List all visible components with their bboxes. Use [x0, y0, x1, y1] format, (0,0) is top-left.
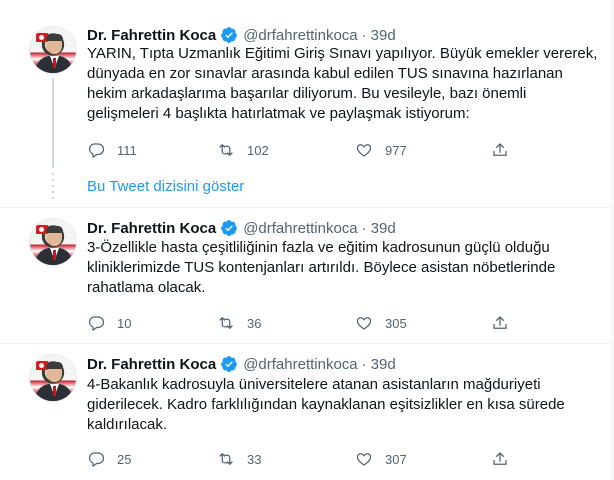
reply-button[interactable]: 10	[87, 313, 131, 333]
like-icon	[356, 144, 372, 157]
verified-icon	[221, 27, 238, 43]
reply-icon	[88, 143, 105, 158]
like-icon	[356, 317, 372, 330]
reply-button[interactable]: 25	[87, 449, 131, 469]
tweet-text-line: rahatlama olacak.	[87, 279, 206, 296]
like-button[interactable]: 977	[355, 140, 407, 160]
retweet-button[interactable]: 102	[217, 140, 269, 160]
retweet-button[interactable]: 33	[217, 449, 261, 469]
tweet-actions: 10 36 305	[87, 313, 517, 333]
author-handle[interactable]: @drfahrettinkoca	[243, 27, 357, 44]
avatar[interactable]	[29, 218, 77, 266]
tweet-text-line: kliniklerimizde TUS kontenjanları artırı…	[87, 259, 556, 276]
reply-button[interactable]: 111	[87, 140, 137, 160]
share-button[interactable]	[491, 140, 509, 160]
tweet-text-line: YARIN, Tıpta Uzmanlık Eğitimi Giriş Sına…	[87, 45, 598, 62]
tweet-text-line: dünyada en zor sınavlar arasında kabul e…	[87, 65, 563, 82]
divider	[0, 343, 614, 344]
divider	[0, 207, 614, 208]
tweet-header: Dr. Fahrettin Koca @drfahrettinkoca · 39…	[87, 218, 396, 238]
separator: ·	[361, 26, 367, 44]
reply-count: 25	[117, 451, 132, 467]
like-count: 305	[385, 315, 407, 331]
retweet-count: 33	[247, 451, 262, 467]
share-button[interactable]	[491, 449, 509, 469]
tweet-text: YARIN, Tıpta Uzmanlık Eğitimi Giriş Sına…	[87, 44, 598, 124]
tweet-text-line: hekim arkadaşlarıma başarılar diliyorum.…	[87, 85, 527, 102]
share-icon	[493, 143, 507, 156]
retweet-icon	[219, 453, 233, 465]
separator: ·	[361, 355, 367, 373]
like-button[interactable]: 305	[355, 313, 407, 333]
share-button[interactable]	[491, 313, 509, 333]
retweet-icon	[219, 144, 233, 156]
tweet-text: 3-Özellikle hasta çeşitliliğinin fazla v…	[87, 238, 557, 298]
author-name[interactable]: Dr. Fahrettin Koca	[87, 220, 216, 237]
reply-count: 10	[117, 315, 132, 331]
tweet-text-line: gelişmeleri 4 başlıkta hatırlatmak ve pa…	[87, 105, 470, 122]
author-handle[interactable]: @drfahrettinkoca	[243, 356, 357, 373]
reply-icon	[88, 316, 105, 331]
tweet-text-line: 4-Bakanlık kadrosuyla üniversitelere ata…	[87, 376, 541, 393]
show-thread-link[interactable]: Bu Tweet dizisini göster	[87, 178, 244, 195]
tweet-header: Dr. Fahrettin Koca @drfahrettinkoca · 39…	[87, 25, 396, 45]
like-button[interactable]: 307	[355, 449, 407, 469]
thread-gap-dots	[52, 173, 54, 201]
tweet-actions: 111 102 977	[87, 140, 517, 160]
timestamp[interactable]: 39d	[371, 220, 396, 237]
separator: ·	[361, 219, 367, 237]
avatar[interactable]	[29, 26, 77, 74]
verified-icon	[221, 220, 238, 236]
timestamp[interactable]: 39d	[371, 27, 396, 44]
share-icon	[493, 452, 507, 465]
retweet-count: 102	[247, 142, 269, 158]
thread-line	[52, 78, 54, 168]
verified-icon	[221, 356, 238, 372]
author-handle[interactable]: @drfahrettinkoca	[243, 220, 357, 237]
tweet-text-line: kaldırılacak.	[87, 416, 168, 433]
author-name[interactable]: Dr. Fahrettin Koca	[87, 356, 216, 373]
tweet-text: 4-Bakanlık kadrosuyla üniversitelere ata…	[87, 375, 565, 435]
author-name[interactable]: Dr. Fahrettin Koca	[87, 27, 216, 44]
tweet-text-line: giderilecek. Kadro farklılığından kaynak…	[87, 396, 565, 413]
reply-count: 111	[117, 142, 137, 158]
like-count: 307	[385, 451, 407, 467]
reply-icon	[88, 452, 105, 467]
avatar[interactable]	[29, 354, 77, 402]
retweet-count: 36	[247, 315, 262, 331]
like-icon	[356, 453, 372, 466]
like-count: 977	[385, 142, 407, 158]
tweet-actions: 25 33 307	[87, 449, 517, 469]
timestamp[interactable]: 39d	[371, 356, 396, 373]
retweet-button[interactable]: 36	[217, 313, 261, 333]
tweet-text-line: 3-Özellikle hasta çeşitliliğinin fazla v…	[87, 239, 550, 256]
tweet-header: Dr. Fahrettin Koca @drfahrettinkoca · 39…	[87, 354, 396, 374]
share-icon	[493, 316, 507, 329]
retweet-icon	[219, 317, 233, 329]
